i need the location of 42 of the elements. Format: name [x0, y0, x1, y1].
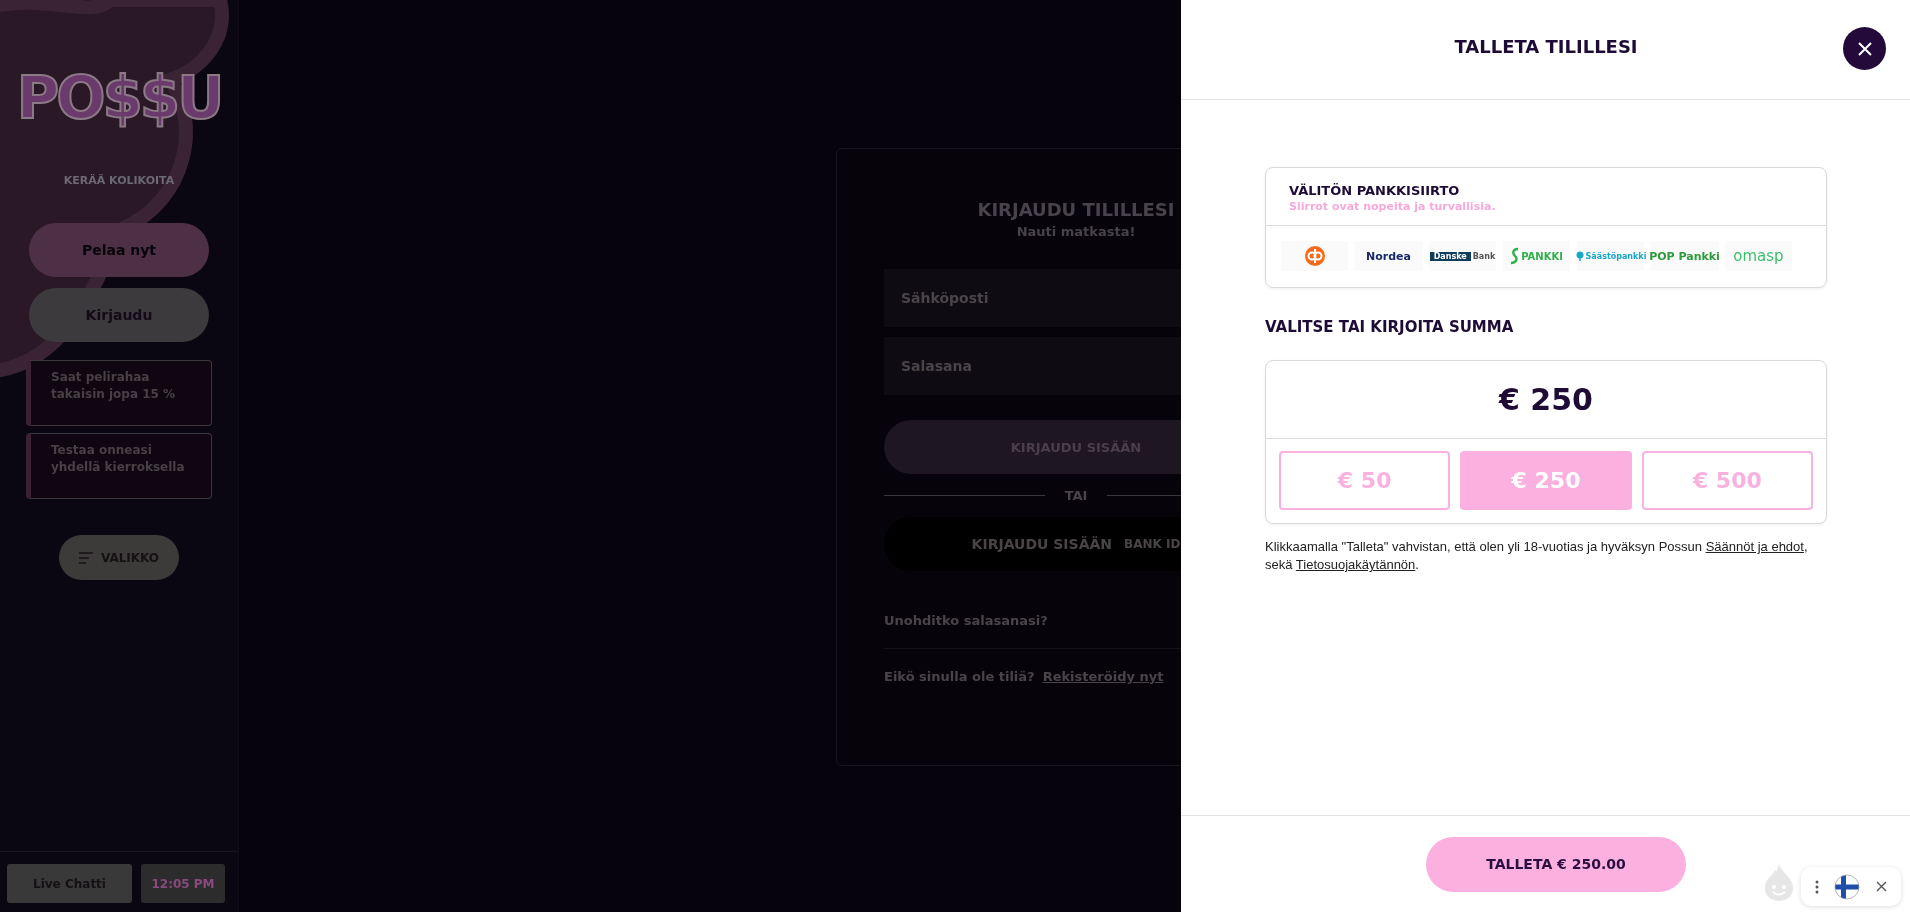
logo[interactable]: PO$$U [16, 58, 222, 138]
close-icon[interactable] [1876, 881, 1888, 892]
amount-option[interactable]: € 250 [1460, 451, 1632, 510]
bank-logo[interactable]: Nordea [1355, 241, 1422, 271]
bank-transfer-title: VÄLITÖN PANKKISIIRTO [1289, 183, 1461, 198]
amount-option[interactable]: € 50 [1279, 451, 1451, 510]
divider-label: TAI [1064, 488, 1088, 503]
forgot-password-link[interactable]: Unohditko salasanasi? [884, 613, 1181, 628]
s-logo-icon [1510, 247, 1521, 265]
input-field[interactable]: Sähköposti [884, 269, 1181, 327]
deposit-button[interactable]: TALLETA € 250.00 [1426, 836, 1686, 892]
login-title: KIRJAUDU TILILLESI [976, 199, 1176, 220]
menu-icon [78, 551, 93, 564]
close-icon [1857, 41, 1872, 56]
bank-logo[interactable]: Danske Bank [1429, 241, 1496, 271]
promo-card[interactable]: Saat pelirahaa takaisin jopa 15 % [26, 360, 212, 426]
bank-transfer-card[interactable]: VÄLITÖN PANKKISIIRTO Siirrot ovat nopeita ja turvallisia. Nordea Danske Bank PANKKI Säästöpankki POP Pankki omasp [1265, 167, 1827, 288]
sidebar-button[interactable]: Pelaa nyt [29, 223, 209, 277]
bank-transfer-subtitle: Siirrot ovat nopeita ja turvallisia. [1289, 200, 1497, 213]
bank-logo[interactable] [1281, 241, 1348, 271]
flag-icon[interactable] [1834, 873, 1861, 900]
bank-logo[interactable]: omasp [1725, 241, 1792, 271]
amount-heading: VALITSE TAI KIRJOITA SUMMA [1265, 318, 1515, 336]
bank-logo[interactable]: PANKKI [1503, 241, 1570, 271]
register-link[interactable]: Rekisteröidy nyt [1042, 669, 1164, 684]
disclaimer-text: Klikkaamalla "Talleta" vahvistan, että olen yli 18-vuotias ja hyväksyn Possun Säännöt ja ehdot, sekä Tietosuojakäytännön. [1265, 538, 1809, 574]
bank-logo[interactable]: Säästöpankki [1577, 241, 1644, 271]
mascot-icon [1763, 862, 1795, 902]
close-button[interactable] [1843, 27, 1886, 70]
tagline: KERÄÄ KOLIKOITA [63, 174, 175, 187]
login-subtitle: Nauti matkasta! [1015, 224, 1137, 239]
amount-value[interactable]: € 250 [1266, 361, 1826, 439]
amount-option[interactable]: € 500 [1641, 451, 1813, 510]
no-account-text: Eikö sinulla ole tiliä? [884, 669, 1035, 684]
more-icon[interactable] [1814, 879, 1819, 894]
bank-logo[interactable]: POP Pankki [1651, 241, 1718, 271]
drawer-title: TALLETA TILILLESI [1454, 36, 1638, 57]
input-field[interactable]: Salasana [884, 337, 1181, 395]
clock-badge: 12:05 PM [141, 864, 225, 903]
promo-card[interactable]: Testaa onneasi yhdellä kierroksella [26, 433, 212, 499]
bank-id-button[interactable]: KIRJAUDU SISÄÄN BANK ID [884, 517, 1181, 571]
terms-link[interactable]: Säännöt ja ehdot [1705, 539, 1804, 554]
